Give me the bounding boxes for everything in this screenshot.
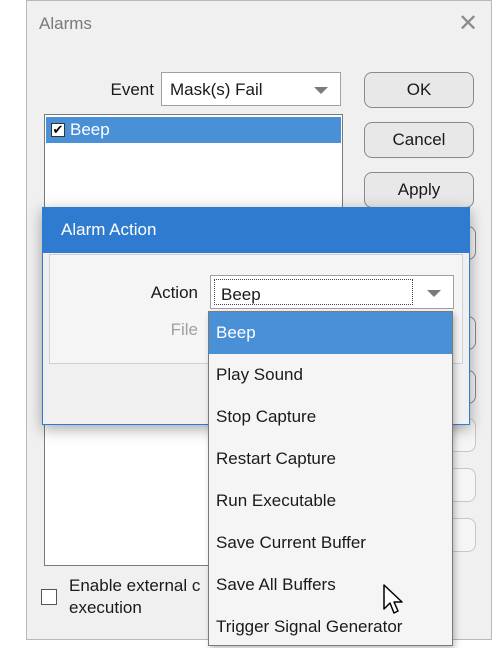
chevron-down-icon	[427, 290, 441, 297]
action-select[interactable]: Beep	[210, 275, 454, 309]
dropdown-option[interactable]: Run Executable	[209, 480, 452, 522]
dropdown-option[interactable]: Beep	[209, 312, 452, 354]
alarm-action-titlebar: Alarm Action	[43, 208, 469, 253]
close-icon[interactable]: ✕	[453, 9, 483, 39]
dropdown-option[interactable]: Trigger Signal Generator	[209, 606, 452, 648]
event-label: Event	[110, 80, 154, 99]
dropdown-option[interactable]: Restart Capture	[209, 438, 452, 480]
action-select-focus: Beep	[214, 279, 413, 305]
list-item-checkbox[interactable]: ✔	[51, 123, 65, 137]
apply-button[interactable]: Apply	[364, 172, 474, 208]
window-title: Alarms	[39, 14, 92, 33]
ok-button[interactable]: OK	[364, 72, 474, 108]
dialog-title: Alarm Action	[61, 220, 157, 239]
action-label: Action	[150, 283, 198, 302]
event-select-value: Mask(s) Fail	[170, 80, 263, 99]
list-item[interactable]: ✔ Beep	[46, 117, 341, 143]
list-item-label: Beep	[70, 120, 110, 139]
alarms-titlebar: Alarms ✕	[27, 1, 491, 47]
dropdown-option[interactable]: Play Sound	[209, 354, 452, 396]
enable-external-label-text: Enable external c execution	[69, 576, 201, 617]
chevron-down-icon	[314, 87, 328, 94]
file-label: File	[170, 320, 198, 339]
action-dropdown-list[interactable]: Beep Play Sound Stop Capture Restart Captur…	[208, 311, 453, 646]
event-select[interactable]: Mask(s) Fail	[161, 72, 341, 106]
dropdown-option[interactable]: Stop Capture	[209, 396, 452, 438]
dropdown-option[interactable]: Save Current Buffer	[209, 522, 452, 564]
action-select-value: Beep	[221, 285, 261, 304]
cancel-button[interactable]: Cancel	[364, 122, 474, 158]
mouse-pointer-icon	[383, 584, 403, 614]
enable-external-label: Enable external c execution	[69, 575, 209, 619]
dropdown-option[interactable]: Save All Buffers	[209, 564, 452, 606]
enable-external-checkbox[interactable]	[41, 589, 57, 605]
